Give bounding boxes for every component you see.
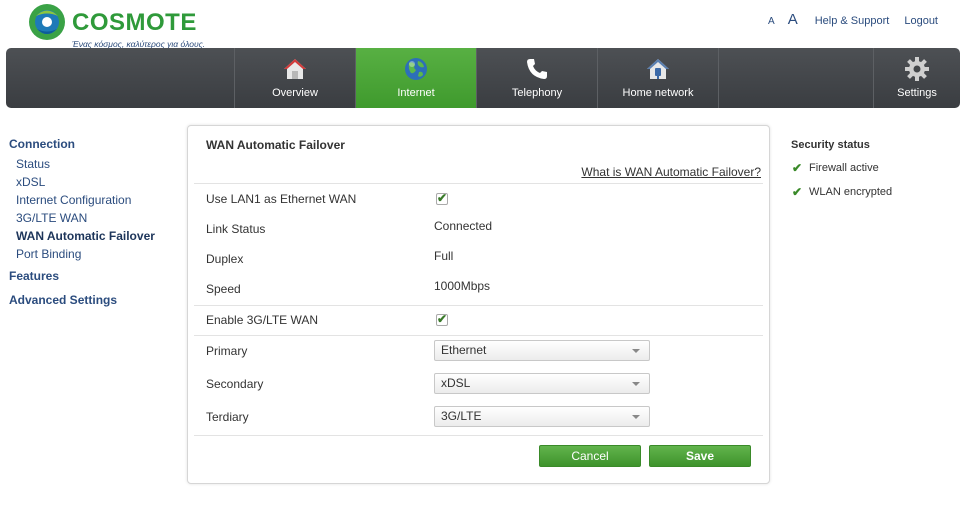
divider [194,435,763,436]
main-navbar: Overview Internet Telephony Home network… [6,48,960,108]
menu-item-status[interactable]: Status [9,155,179,173]
home-network-icon [645,56,671,82]
use-lan1-checkbox[interactable]: ✔ [436,191,448,205]
logout-link[interactable]: Logout [904,15,938,27]
primary-label: Primary [206,344,248,358]
enable-3g-lte-checkbox[interactable]: ✔ [436,312,448,326]
menu-item-internet-configuration[interactable]: Internet Configuration [9,191,179,209]
security-item-wlan: ✔ WLAN encrypted [791,186,961,199]
save-button[interactable]: Save [649,445,751,467]
home-icon [282,56,308,82]
use-lan1-label: Use LAN1 as Ethernet WAN [206,192,357,206]
divider [194,305,763,306]
duplex-value: Full [434,249,454,263]
checkmark-icon: ✔ [437,191,448,205]
terdiary-select-value: 3G/LTE [441,409,482,423]
chevron-down-icon [632,415,640,419]
nav-tab-label: Overview [272,87,318,99]
link-status-value: Connected [434,219,493,233]
menu-section-connection[interactable]: Connection [9,137,179,152]
menu-item-port-binding[interactable]: Port Binding [9,245,179,263]
wan-failover-panel: WAN Automatic Failover What is WAN Autom… [187,125,770,484]
nav-tab-settings[interactable]: Settings [874,48,960,108]
cancel-button[interactable]: Cancel [539,445,641,467]
top-links: A A Help & Support Logout [768,11,938,28]
security-status: Security status ✔ Firewall active ✔ WLAN… [791,139,961,210]
navbar-spacer [6,48,235,108]
divider [194,335,763,336]
secondary-select[interactable]: xDSL [434,373,650,394]
speed-label: Speed [206,282,241,296]
terdiary-select[interactable]: 3G/LTE [434,406,650,427]
phone-icon [524,56,550,82]
checkmark-icon: ✔ [437,312,448,326]
cosmote-logo-icon [29,4,65,40]
security-item-label: WLAN encrypted [809,186,893,198]
nav-tab-label: Telephony [511,87,563,99]
chevron-down-icon [632,382,640,386]
terdiary-label: Terdiary [206,410,249,424]
brand-name: COSMOTE [72,9,197,36]
nav-tab-label: Settings [897,87,937,99]
menu-section-advanced-settings[interactable]: Advanced Settings [9,293,179,308]
nav-tab-label: Internet [397,87,435,99]
primary-select-value: Ethernet [441,343,487,357]
cosmote-logo[interactable]: COSMOTE Ένας κόσμος, καλύτερος για όλους… [28,3,228,49]
font-size-small-button[interactable]: A [768,16,775,27]
duplex-label: Duplex [206,252,244,266]
menu-item-3g-lte-wan[interactable]: 3G/LTE WAN [9,209,179,227]
navbar-spacer [719,48,874,108]
checkmark-icon: ✔ [792,185,803,199]
nav-tab-label: Home network [622,87,694,99]
security-item-label: Firewall active [809,162,879,174]
what-is-failover-link[interactable]: What is WAN Automatic Failover? [581,165,761,179]
help-support-link[interactable]: Help & Support [815,15,890,27]
nav-tab-home-network[interactable]: Home network [598,48,719,108]
panel-title: WAN Automatic Failover [206,138,345,152]
checkmark-icon: ✔ [792,161,803,175]
enable-3g-lte-label: Enable 3G/LTE WAN [206,313,319,327]
nav-tab-telephony[interactable]: Telephony [477,48,598,108]
divider [194,183,763,184]
menu-section-features[interactable]: Features [9,269,179,284]
primary-select[interactable]: Ethernet [434,340,650,361]
menu-item-wan-automatic-failover[interactable]: WAN Automatic Failover [9,227,179,245]
left-menu: Connection Status xDSL Internet Configur… [9,137,179,308]
secondary-label: Secondary [206,377,264,391]
speed-value: 1000Mbps [434,279,491,293]
security-status-title: Security status [791,139,870,151]
nav-tab-overview[interactable]: Overview [235,48,356,108]
link-status-label: Link Status [206,222,266,236]
chevron-down-icon [632,349,640,353]
security-item-firewall: ✔ Firewall active [791,162,961,175]
menu-item-xdsl[interactable]: xDSL [9,173,179,191]
nav-tab-internet[interactable]: Internet [356,48,477,108]
font-size-large-button[interactable]: A [788,11,798,28]
gear-icon [904,56,930,82]
secondary-select-value: xDSL [441,376,471,390]
globe-icon [403,56,429,82]
